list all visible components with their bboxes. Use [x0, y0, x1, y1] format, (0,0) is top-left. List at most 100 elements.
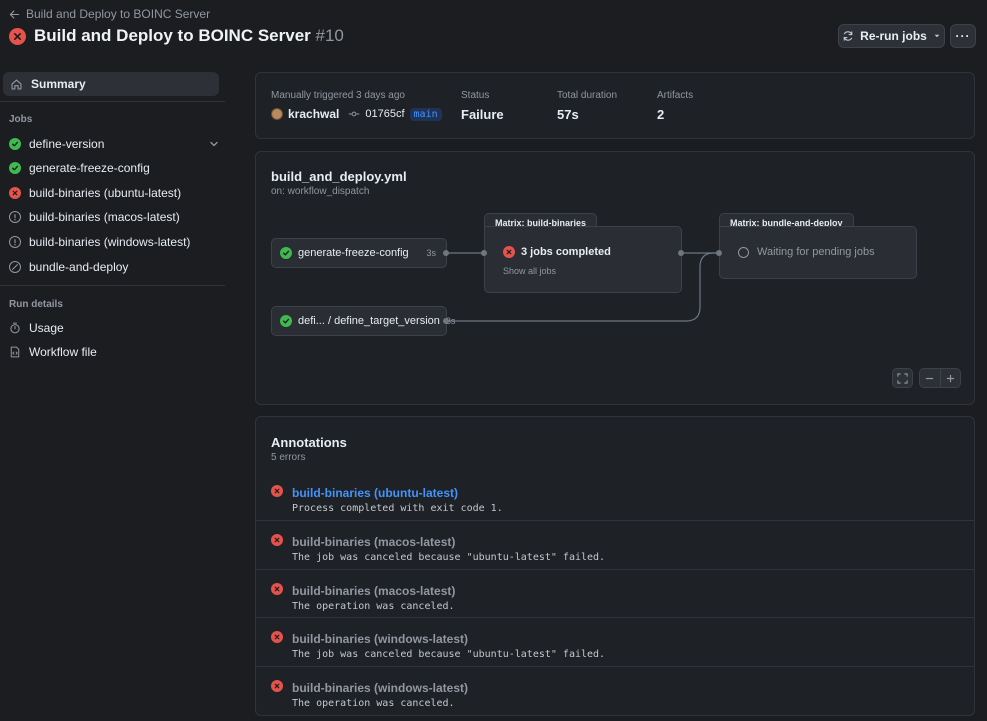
failure-status-icon — [9, 27, 26, 45]
stopwatch-icon — [10, 322, 20, 334]
sidebar-job-build-binaries-windows[interactable]: build-binaries (windows-latest) — [9, 233, 219, 251]
fullscreen-button[interactable] — [892, 368, 913, 388]
artifacts-label: Artifacts — [657, 90, 694, 101]
file-code-icon — [10, 346, 20, 358]
annotation-title-link[interactable]: build-binaries (windows-latest) — [292, 681, 468, 695]
annotation-item: build-binaries (ubuntu-latest) Process c… — [256, 472, 974, 521]
x-circle-icon — [271, 485, 283, 497]
run-details-heading: Run details — [9, 299, 63, 310]
branch-badge[interactable]: main — [409, 107, 442, 121]
x-circle-icon — [271, 631, 283, 643]
sidebar-job-label: bundle-and-deploy — [29, 260, 129, 274]
graph-port — [716, 250, 722, 256]
artifacts-value[interactable]: 2 — [657, 107, 664, 122]
jobs-heading: Jobs — [9, 114, 33, 125]
check-circle-icon — [9, 162, 21, 174]
matrix-status-text: 3 jobs completed — [521, 246, 611, 258]
plus-icon — [946, 374, 954, 382]
sidebar-job-label: define-version — [29, 137, 105, 151]
duration-value: 57s — [557, 107, 579, 122]
annotation-title-link[interactable]: build-binaries (windows-latest) — [292, 632, 468, 646]
sidebar-job-label: generate-freeze-config — [29, 161, 150, 175]
duration-label: Total duration — [557, 90, 618, 101]
sidebar-item-label: Summary — [31, 77, 86, 91]
annotation-title-link[interactable]: build-binaries (macos-latest) — [292, 584, 455, 598]
back-link-label: Build and Deploy to BOINC Server — [26, 7, 211, 21]
rerun-jobs-button[interactable]: Re-run jobs — [838, 24, 945, 48]
matrix-bundle-and-deploy[interactable]: Waiting for pending jobs — [719, 226, 917, 279]
graph-port — [443, 250, 449, 256]
check-circle-icon — [280, 247, 292, 259]
commit-link[interactable]: 01765cf — [365, 108, 404, 120]
graph-port — [443, 318, 449, 324]
actor-row: krachwal 01765cf main — [271, 107, 442, 121]
minus-icon — [926, 377, 934, 379]
sidebar-job-define-version[interactable]: define-version — [9, 135, 219, 153]
annotation-item: build-binaries (macos-latest) The job wa… — [256, 520, 974, 569]
annotation-message: The job was canceled because "ubuntu-lat… — [292, 552, 606, 563]
run-summary-card: Manually triggered 3 days ago krachwal 0… — [255, 72, 975, 139]
workflow-graph-card: build_and_deploy.yml on: workflow_dispat… — [255, 151, 975, 405]
graph-port — [678, 250, 684, 256]
zoom-out-button[interactable] — [920, 374, 940, 383]
graph-node-duration: 3s — [426, 248, 436, 258]
graph-node-generate-freeze-config[interactable]: generate-freeze-config 3s — [271, 238, 447, 268]
actor-link[interactable]: krachwal — [288, 107, 339, 121]
sidebar-job-build-binaries-ubuntu[interactable]: build-binaries (ubuntu-latest) — [9, 184, 219, 202]
zoom-controls — [919, 368, 961, 388]
skip-circle-icon — [9, 261, 21, 273]
back-link[interactable]: Build and Deploy to BOINC Server — [9, 7, 210, 21]
status-label: Status — [461, 90, 490, 101]
alert-circle-icon — [9, 236, 21, 248]
sidebar-divider — [0, 285, 225, 286]
sidebar-item-usage[interactable]: Usage — [9, 319, 219, 337]
check-circle-icon — [9, 138, 21, 150]
x-circle-icon — [503, 246, 515, 258]
rerun-jobs-label: Re-run jobs — [860, 29, 927, 43]
arrow-left-icon — [9, 10, 20, 18]
annotation-message: Process completed with exit code 1. — [292, 503, 503, 514]
sidebar-divider — [0, 101, 225, 102]
more-options-button[interactable]: ··· — [950, 24, 976, 48]
sidebar-job-generate-freeze-config[interactable]: generate-freeze-config — [9, 159, 219, 177]
matrix-build-binaries[interactable]: 3 jobs completed Show all jobs — [484, 226, 682, 293]
annotations-count: 5 errors — [271, 452, 306, 463]
annotation-message: The operation was canceled. — [292, 698, 455, 709]
caret-down-icon — [934, 34, 940, 38]
show-all-jobs-link[interactable]: Show all jobs — [503, 266, 556, 276]
screen-full-icon — [897, 372, 908, 384]
annotation-item: build-binaries (windows-latest) The job … — [256, 617, 974, 666]
x-circle-icon — [271, 680, 283, 692]
annotations-title: Annotations — [271, 435, 347, 450]
sidebar-job-label: build-binaries (ubuntu-latest) — [29, 186, 182, 200]
check-circle-icon — [280, 315, 292, 327]
trigger-text: Manually triggered 3 days ago — [271, 90, 405, 101]
status-value: Failure — [461, 107, 504, 122]
sync-icon — [843, 31, 853, 41]
alert-circle-icon — [9, 211, 21, 223]
sidebar-item-workflow-file[interactable]: Workflow file — [9, 343, 219, 361]
graph-node-define-target-version[interactable]: defi... / define_target_version 3s — [271, 306, 455, 336]
home-icon — [11, 78, 22, 90]
git-commit-icon — [349, 111, 360, 117]
graph-port — [481, 250, 487, 256]
annotations-card: Annotations 5 errors build-binaries (ubu… — [255, 416, 975, 716]
kebab-horizontal-icon: ··· — [955, 29, 971, 43]
annotation-item: build-binaries (macos-latest) The operat… — [256, 569, 974, 618]
annotation-message: The operation was canceled. — [292, 601, 455, 612]
x-circle-icon — [271, 534, 283, 546]
annotation-title-link[interactable]: build-binaries (macos-latest) — [292, 535, 455, 549]
sidebar-item-summary[interactable]: Summary — [3, 72, 219, 96]
sidebar-item-label: Usage — [29, 321, 64, 335]
annotation-title-link[interactable]: build-binaries (ubuntu-latest) — [292, 486, 458, 500]
chevron-down-icon[interactable] — [209, 139, 219, 149]
graph-node-label: defi... / define_target_version — [298, 315, 440, 327]
avatar[interactable] — [271, 108, 283, 120]
zoom-in-button[interactable] — [941, 374, 961, 383]
sidebar-job-build-binaries-macos[interactable]: build-binaries (macos-latest) — [9, 208, 219, 226]
x-circle-icon — [9, 187, 21, 199]
sidebar-job-bundle-and-deploy[interactable]: bundle-and-deploy — [9, 258, 219, 276]
graph-node-label: generate-freeze-config — [298, 247, 409, 259]
sidebar-job-label: build-binaries (macos-latest) — [29, 210, 180, 224]
x-circle-icon — [271, 583, 283, 595]
